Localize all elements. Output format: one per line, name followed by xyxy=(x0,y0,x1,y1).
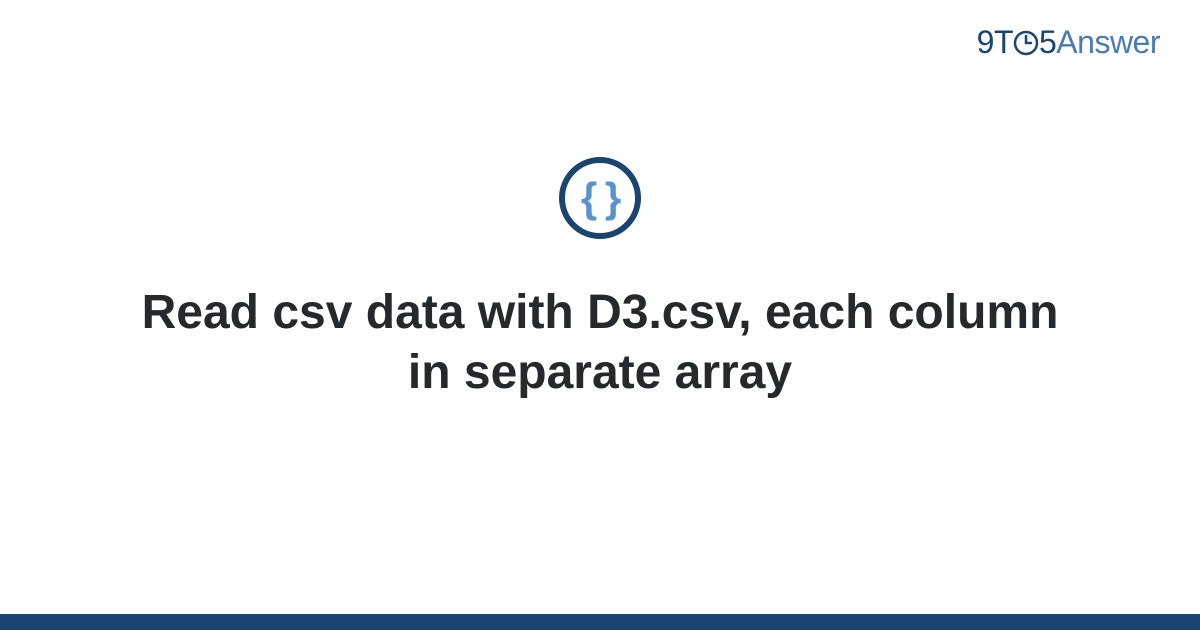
footer-bar xyxy=(0,614,1200,630)
json-braces-icon: { } xyxy=(581,177,619,219)
main-content: { } Read csv data with D3.csv, each colu… xyxy=(0,0,1200,630)
page-title: Read csv data with D3.csv, each column i… xyxy=(100,283,1100,403)
category-icon-circle: { } xyxy=(559,157,641,239)
